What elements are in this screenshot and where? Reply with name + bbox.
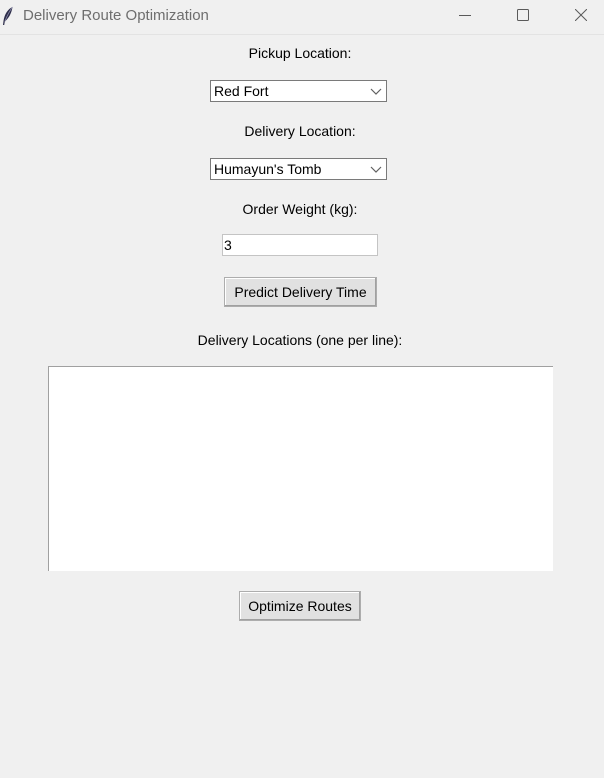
close-icon [575, 9, 587, 21]
pickup-location-value: Red Fort [214, 83, 269, 99]
order-weight-input[interactable] [222, 234, 378, 256]
maximize-icon [517, 9, 529, 21]
delivery-location-label: Delivery Location: [244, 123, 356, 139]
chevron-down-icon [370, 88, 382, 95]
close-button[interactable] [558, 0, 604, 30]
feather-icon [3, 6, 13, 25]
minimize-icon [459, 15, 471, 16]
chevron-down-icon [370, 166, 382, 173]
pickup-location-select[interactable]: Red Fort [210, 80, 387, 102]
delivery-locations-textarea[interactable] [48, 366, 553, 571]
minimize-button[interactable] [442, 0, 488, 30]
delivery-locations-label: Delivery Locations (one per line): [197, 332, 403, 348]
title-bar: Delivery Route Optimization [0, 0, 604, 35]
window-title: Delivery Route Optimization [23, 7, 209, 24]
order-weight-label: Order Weight (kg): [242, 201, 358, 217]
pickup-location-label: Pickup Location: [248, 45, 352, 61]
predict-delivery-time-button[interactable]: Predict Delivery Time [224, 277, 377, 307]
optimize-routes-button[interactable]: Optimize Routes [239, 591, 361, 621]
delivery-location-value: Humayun's Tomb [214, 161, 322, 177]
delivery-location-select[interactable]: Humayun's Tomb [210, 158, 387, 180]
maximize-button[interactable] [500, 0, 546, 30]
